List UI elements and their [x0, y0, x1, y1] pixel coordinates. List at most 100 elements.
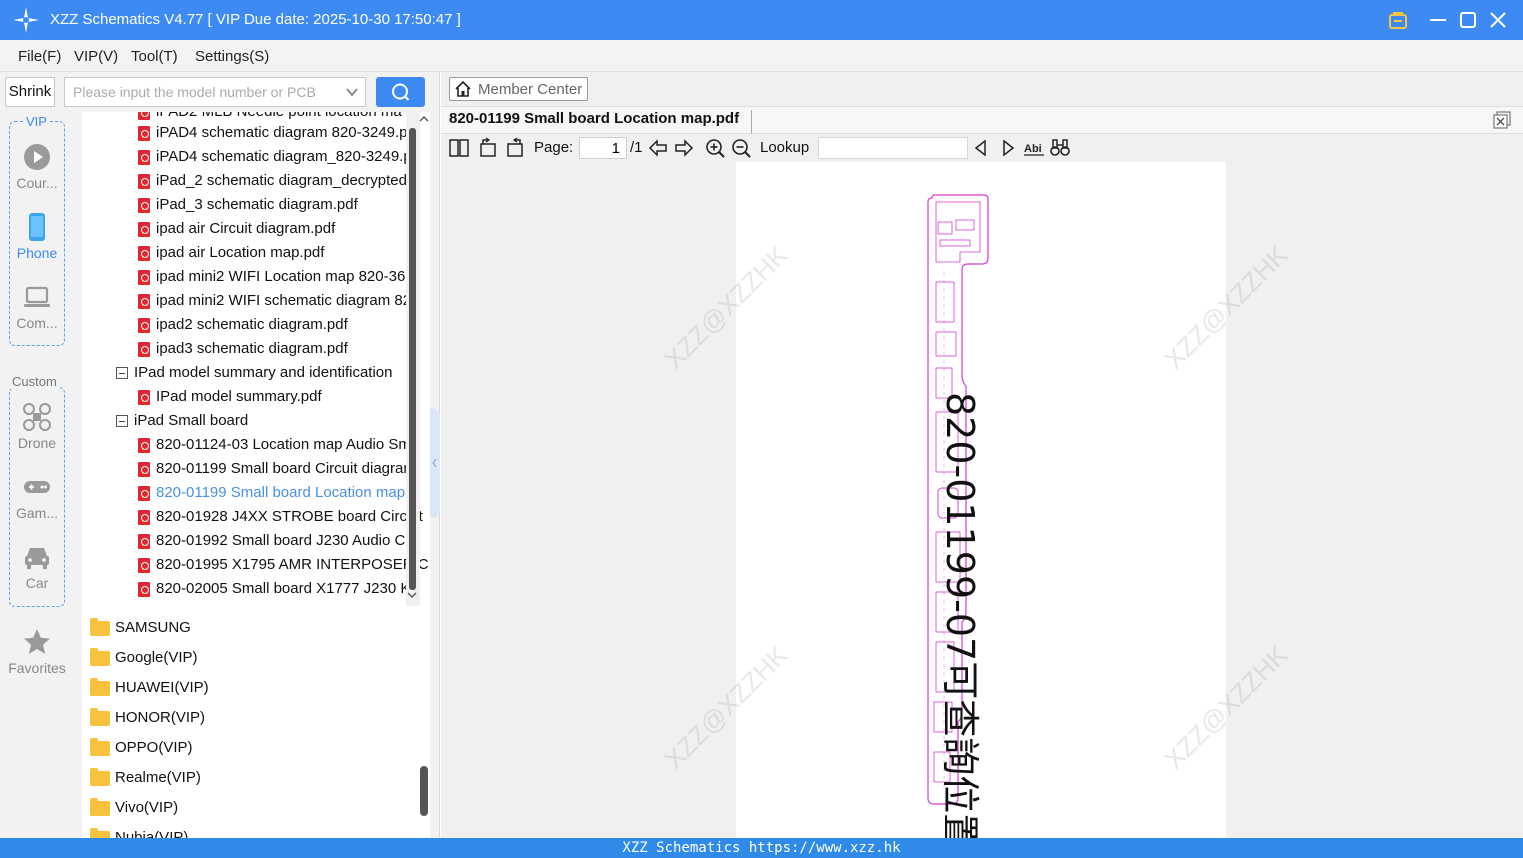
chevron-left-icon — [432, 458, 437, 468]
category-sidebar: VIP Cour... Phone Com... Custom Drone Ga… — [0, 112, 74, 838]
pdf-file-icon — [138, 462, 150, 477]
category-label: Drone — [17, 435, 57, 451]
folder-icon — [90, 618, 110, 636]
vip-group-label: VIP — [25, 114, 48, 129]
pdf-file-icon — [138, 318, 150, 333]
pdf-file-icon — [138, 222, 150, 237]
folder-icon — [90, 768, 110, 786]
category-label: Car — [25, 575, 49, 591]
category-favorites[interactable]: Favorites — [0, 627, 74, 676]
pane-splitter-handle[interactable] — [430, 408, 440, 518]
document-tab[interactable]: 820-01199 Small board Location map.pdf — [449, 110, 753, 134]
maximize-button[interactable] — [1456, 8, 1480, 32]
pdf-file-icon — [138, 112, 150, 120]
folder-icon — [90, 708, 110, 726]
category-car[interactable]: Car — [0, 542, 74, 591]
folder-icon — [90, 798, 110, 816]
two-page-view-icon[interactable] — [448, 137, 470, 159]
category-label: Favorites — [8, 660, 66, 676]
pdf-file-icon — [138, 438, 150, 453]
folder-icon — [90, 738, 110, 756]
tree-outer-scrollbar-thumb[interactable] — [420, 766, 428, 816]
scroll-up-icon[interactable] — [418, 114, 430, 124]
category-course[interactable]: Cour... — [0, 142, 74, 191]
pdf-file-icon — [138, 558, 150, 573]
collapse-toggle-icon[interactable] — [116, 415, 128, 427]
rotate-right-icon[interactable] — [504, 137, 526, 159]
chevron-down-icon[interactable] — [345, 85, 359, 99]
custom-group-label: Custom — [11, 374, 58, 389]
category-label: Phone — [16, 245, 58, 261]
pdf-file-icon — [138, 486, 150, 501]
lookup-input[interactable] — [818, 137, 968, 159]
category-label: Gam... — [15, 505, 58, 521]
close-button[interactable] — [1486, 8, 1510, 32]
shrink-button[interactable]: Shrink — [5, 77, 55, 107]
search-input[interactable] — [65, 78, 335, 106]
file-tree: iPAD2 MLB Needle point location ma iPAD4… — [82, 112, 430, 838]
minimize-button[interactable] — [1426, 8, 1450, 32]
drone-icon — [23, 403, 51, 431]
category-label: Cour... — [16, 175, 58, 191]
category-label: Com... — [16, 315, 58, 331]
folder-icon — [90, 678, 110, 696]
title-bar: XZZ Schematics V4.77 [ VIP Due date: 202… — [0, 0, 1523, 40]
category-game[interactable]: Gam... — [0, 472, 74, 521]
menu-settings[interactable]: Settings(S) — [195, 48, 269, 65]
board-title-text: 820-01199-07可查詢位置圖 — [938, 392, 982, 838]
pdf-file-icon — [138, 174, 150, 189]
menu-bar: File(F) VIP(V) Tool(T) Settings(S) — [0, 40, 1523, 72]
rotate-left-icon[interactable] — [477, 137, 499, 159]
search-icon — [392, 83, 410, 101]
close-document-icon[interactable] — [1493, 111, 1511, 129]
member-center-button[interactable]: Member Center — [449, 77, 588, 101]
window-title: XZZ Schematics V4.77 [ VIP Due date: 202… — [50, 11, 461, 28]
search-button[interactable] — [376, 77, 425, 107]
match-case-icon[interactable]: Abi — [1023, 137, 1045, 159]
pdf-file-icon — [138, 198, 150, 213]
pdf-file-icon — [138, 294, 150, 309]
laptop-icon — [24, 286, 50, 307]
vip-bag-icon[interactable] — [1386, 8, 1410, 32]
scroll-down-icon[interactable] — [406, 590, 418, 600]
status-bar: XZZ Schematics https://www.xzz.hk — [0, 838, 1523, 858]
zoom-in-icon[interactable] — [704, 137, 726, 159]
find-next-icon[interactable] — [997, 137, 1019, 159]
home-icon — [455, 80, 471, 97]
category-computer[interactable]: Com... — [0, 282, 74, 331]
car-icon — [25, 548, 49, 569]
collapse-toggle-icon[interactable] — [116, 367, 128, 379]
pdf-file-icon — [138, 342, 150, 357]
category-drone[interactable]: Drone — [0, 402, 74, 451]
tree-list-scroll: iPAD2 MLB Needle point location ma iPAD4… — [82, 112, 430, 606]
pdf-file-icon — [138, 534, 150, 549]
watermark-text: XZZ@XZZHK — [1158, 239, 1294, 375]
find-previous-icon[interactable] — [970, 137, 992, 159]
pdf-file-icon — [138, 582, 150, 597]
menu-tool[interactable]: Tool(T) — [131, 48, 178, 65]
next-page-arrow-icon[interactable] — [673, 137, 695, 159]
page-total: /1 — [630, 139, 643, 156]
phone-icon — [29, 213, 45, 241]
page-number-input[interactable] — [579, 137, 627, 159]
search-box — [64, 77, 366, 107]
menu-vip[interactable]: VIP(V) — [74, 48, 118, 65]
tree-scrollbar-thumb[interactable] — [409, 128, 416, 590]
pdf-file-icon — [138, 246, 150, 261]
app-logo-icon — [13, 7, 39, 33]
folder-icon — [90, 828, 110, 838]
zoom-out-icon[interactable] — [730, 137, 752, 159]
menu-file[interactable]: File(F) — [18, 48, 61, 65]
watermark-text: XZZ@XZZHK — [1158, 639, 1294, 775]
document-tab-bar: 820-01199 Small board Location map.pdf — [441, 106, 1523, 134]
binoculars-icon[interactable] — [1049, 137, 1071, 159]
previous-page-arrow-icon[interactable] — [647, 137, 669, 159]
pdf-viewport[interactable]: XZZ@XZZHK XZZ@XZZHK XZZ@XZZHK XZZ@XZZHK — [441, 162, 1523, 838]
gamepad-icon — [24, 481, 50, 493]
pdf-file-icon — [138, 270, 150, 285]
category-phone[interactable]: Phone — [0, 212, 74, 261]
lookup-label: Lookup — [760, 139, 810, 156]
pdf-toolbar: Page: /1 Lookup — [441, 134, 1523, 162]
left-pane: Shrink VIP Cour... — [0, 72, 440, 838]
page-label: Page: — [534, 139, 574, 156]
